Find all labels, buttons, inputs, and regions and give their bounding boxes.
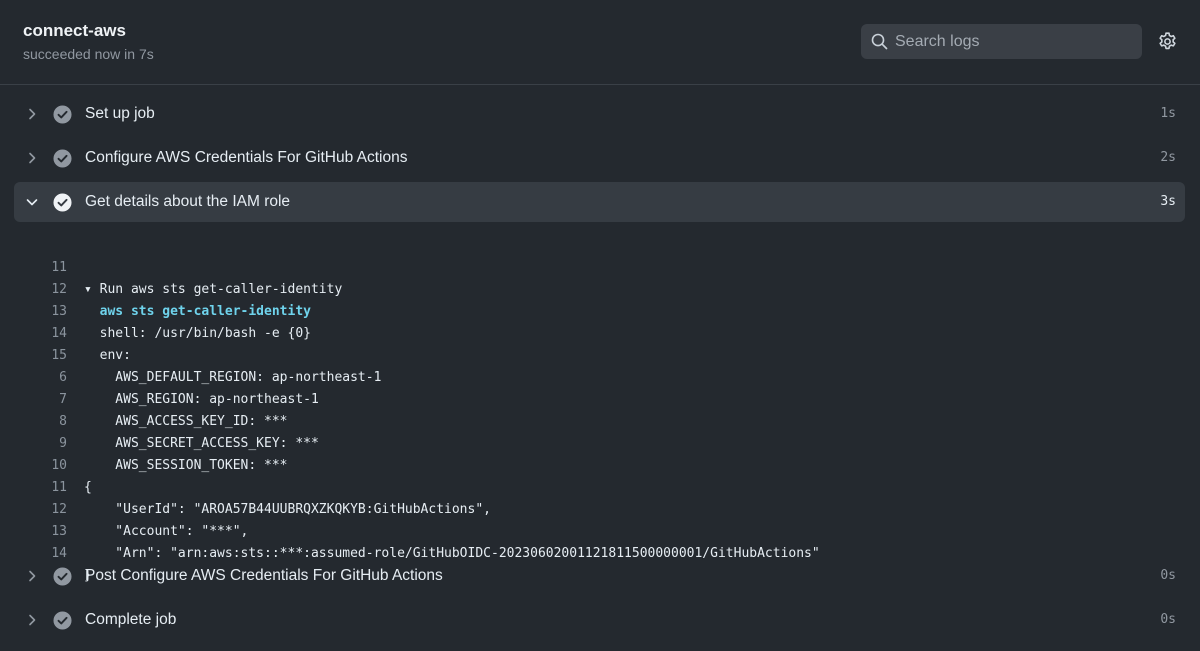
log-line: 10 { <box>0 433 1200 495</box>
step-label: Complete job <box>85 611 177 628</box>
check-circle-icon <box>53 193 72 212</box>
chevron-down-icon <box>26 199 38 206</box>
step-duration: 2s <box>1160 150 1176 165</box>
step-set-up-job[interactable]: Set up job 1s <box>14 94 1185 134</box>
chevron-right-icon <box>29 108 36 120</box>
log-line: 12 aws sts get-caller-identity <box>0 257 1200 319</box>
chevron-right-icon <box>29 152 36 164</box>
step-duration: 0s <box>1160 612 1176 627</box>
log-line: 11 "UserId": "AROA57B44UUBRQXZKQKYB:GitH… <box>0 455 1200 517</box>
check-circle-icon <box>53 105 72 124</box>
log-line: 12 "Account": "***", <box>0 477 1200 539</box>
search-icon <box>871 33 888 50</box>
step-post-configure-aws-credentials[interactable]: Post Configure AWS Credentials For GitHu… <box>14 556 1185 596</box>
log-line: 14 env: <box>0 301 1200 363</box>
log-line: 14 } <box>0 521 1200 583</box>
log-line: 7 AWS_ACCESS_KEY_ID: *** <box>0 367 1200 429</box>
step-log-output: 11 ▾ Run aws sts get-caller-identity 12 … <box>0 235 1200 583</box>
step-complete-job[interactable]: Complete job 0s <box>14 600 1185 640</box>
step-get-iam-role-details[interactable]: Get details about the IAM role 3s <box>14 182 1185 222</box>
step-configure-aws-credentials[interactable]: Configure AWS Credentials For GitHub Act… <box>14 138 1185 178</box>
log-line: 8 AWS_SECRET_ACCESS_KEY: *** <box>0 389 1200 451</box>
log-line: 9 AWS_SESSION_TOKEN: *** <box>0 411 1200 473</box>
search-logs-box[interactable] <box>861 24 1142 59</box>
job-title: connect-aws <box>23 21 126 40</box>
step-label: Set up job <box>85 105 155 122</box>
gear-icon[interactable] <box>1157 31 1178 52</box>
step-duration: 0s <box>1160 568 1176 583</box>
search-logs-input[interactable] <box>895 24 1131 59</box>
step-duration: 1s <box>1160 106 1176 121</box>
step-duration: 3s <box>1160 194 1176 209</box>
step-label: Post Configure AWS Credentials For GitHu… <box>85 567 443 584</box>
check-circle-icon <box>53 567 72 586</box>
check-circle-icon <box>53 149 72 168</box>
log-line: 13 shell: /usr/bin/bash -e {0} <box>0 279 1200 341</box>
chevron-right-icon <box>29 570 36 582</box>
job-status-text: succeeded now in 7s <box>23 46 154 62</box>
log-line: 13 "Arn": "arn:aws:sts::***:assumed-role… <box>0 499 1200 561</box>
step-label: Configure AWS Credentials For GitHub Act… <box>85 149 408 166</box>
chevron-right-icon <box>29 614 36 626</box>
job-header: connect-aws succeeded now in 7s <box>0 0 1200 85</box>
log-line[interactable]: 11 ▾ Run aws sts get-caller-identity <box>0 235 1200 297</box>
check-circle-icon <box>53 611 72 630</box>
step-label: Get details about the IAM role <box>85 193 291 210</box>
log-line: 6 AWS_REGION: ap-northeast-1 <box>0 345 1200 407</box>
log-line: 15 AWS_DEFAULT_REGION: ap-northeast-1 <box>0 323 1200 385</box>
